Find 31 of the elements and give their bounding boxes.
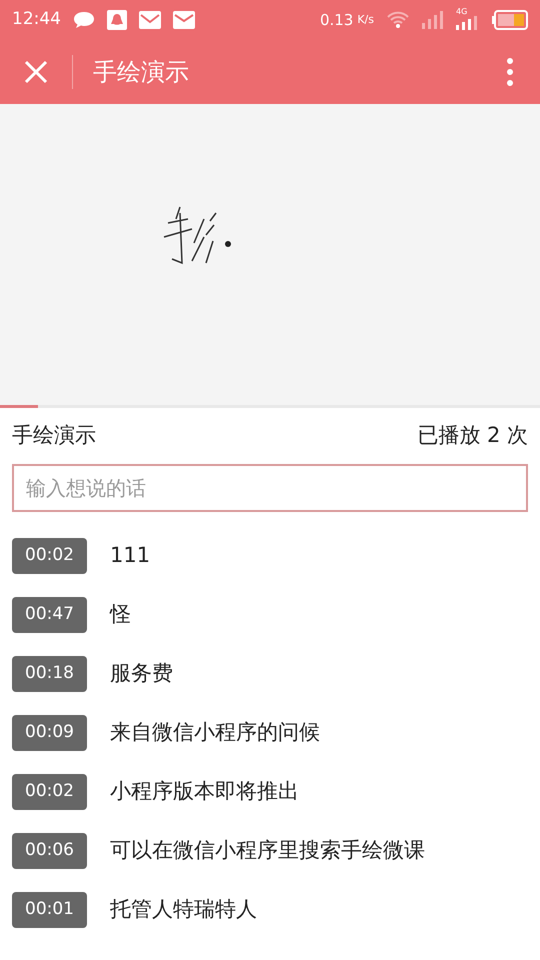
mail-icon <box>173 11 195 29</box>
network-speed: 0.13 <box>320 10 354 31</box>
timestamp-badge: 00:18 <box>12 656 87 692</box>
close-icon <box>24 60 48 84</box>
timestamp-badge: 00:09 <box>12 715 87 751</box>
timestamp-badge: 00:02 <box>12 774 87 810</box>
comment-text: 111 <box>110 542 150 570</box>
signal-icon <box>422 11 444 29</box>
comment-input[interactable]: 输入想说的话 <box>12 464 528 512</box>
speed-unit: K/s <box>357 12 374 28</box>
signal-icon <box>456 16 480 30</box>
network-type: 4G <box>456 8 468 16</box>
comment-text: 小程序版本即将推出 <box>110 778 299 806</box>
play-count: 已播放 2 次 <box>417 422 528 450</box>
timestamp-badge: 00:02 <box>12 538 87 574</box>
comment-text: 来自微信小程序的问候 <box>110 719 320 746</box>
clock-time: 12:44 <box>12 8 61 32</box>
timestamp-badge: 00:47 <box>12 597 87 633</box>
more-icon <box>507 58 513 86</box>
timestamp-badge: 00:06 <box>12 833 87 869</box>
comment-text: 可以在微信小程序里搜索手绘微课 <box>110 837 425 864</box>
battery-icon <box>492 10 528 30</box>
comment-text: 托管人特瑞特人 <box>110 896 257 924</box>
comment-text: 服务费 <box>110 660 173 688</box>
comment-text: 怪 <box>110 601 131 628</box>
wifi-icon <box>386 11 410 29</box>
chat-icon <box>73 10 95 30</box>
timestamp-badge: 00:01 <box>12 892 87 928</box>
video-title: 手绘演示 <box>12 422 96 450</box>
envelope-icon <box>139 11 161 29</box>
page-title: 手绘演示 <box>93 57 189 88</box>
